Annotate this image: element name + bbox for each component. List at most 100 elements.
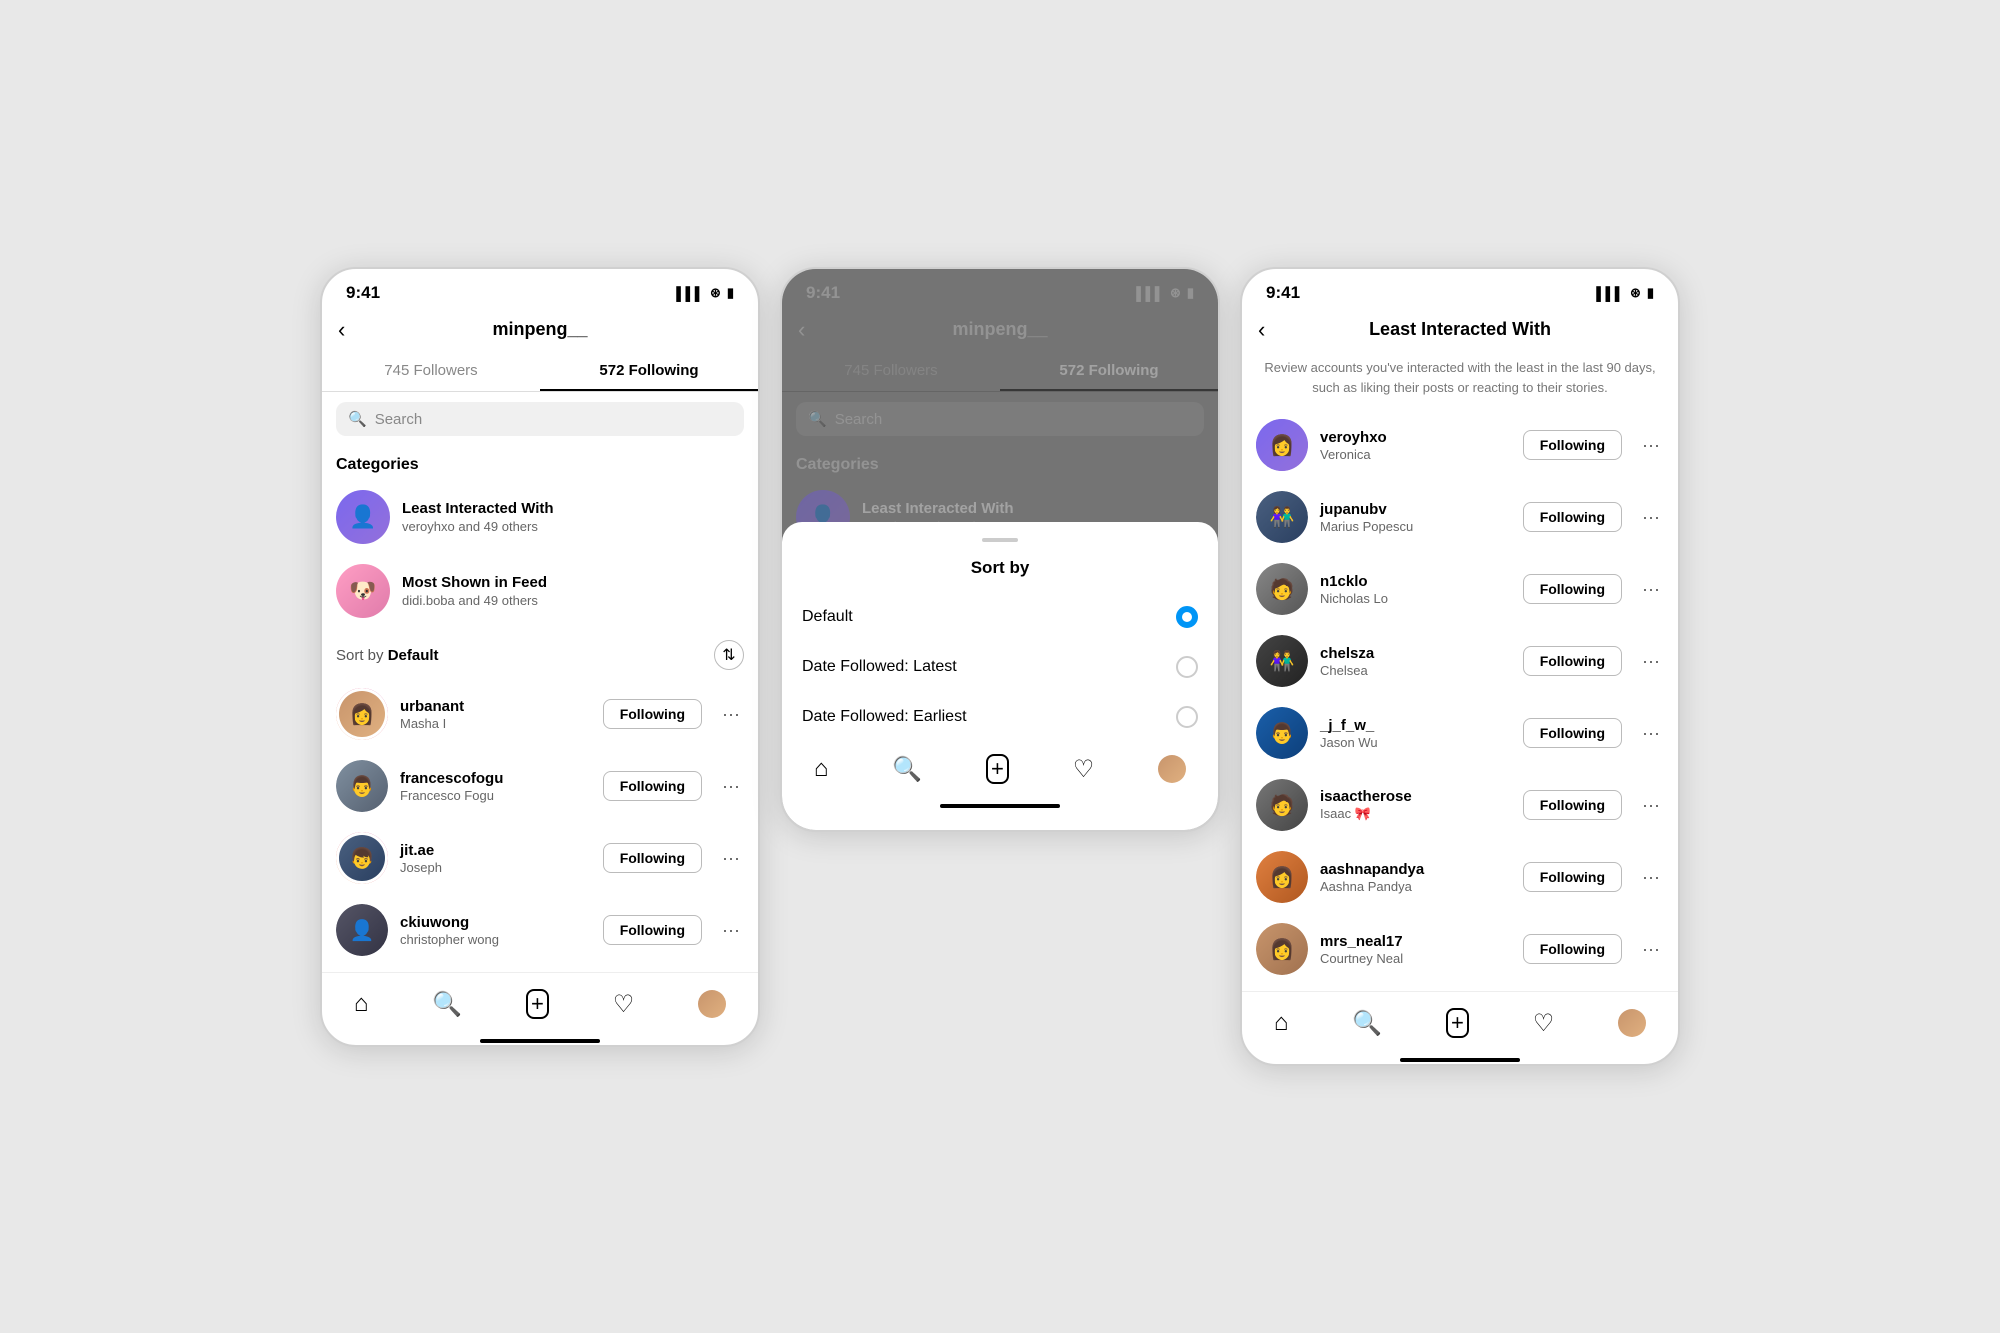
user-item-mrsneal17: 👩 mrs_neal17 Courtney Neal Following ··· <box>1242 913 1678 985</box>
home-icon-1: ⌂ <box>354 990 369 1018</box>
back-button-3[interactable]: ‹ <box>1258 317 1265 343</box>
add-icon-2: + <box>986 754 1009 784</box>
header-3: ‹ Least Interacted With <box>1242 311 1678 352</box>
following-button-francescofogu[interactable]: Following <box>603 771 702 801</box>
more-icon-francescofogu[interactable]: ··· <box>718 772 744 801</box>
page-title-3: Least Interacted With <box>1369 319 1551 340</box>
categories-title-1: Categories <box>322 446 758 480</box>
user-avatar-chelsza: 👫 <box>1256 635 1308 687</box>
following-button-chelsza[interactable]: Following <box>1523 646 1622 676</box>
more-icon-jitae[interactable]: ··· <box>718 844 744 873</box>
search-nav-icon-1: 🔍 <box>432 990 462 1019</box>
more-icon-chelsza[interactable]: ··· <box>1638 647 1664 676</box>
user-item-francescofogu: 👨 francescofogu Francesco Fogu Following… <box>322 750 758 822</box>
more-icon-veroyhxo[interactable]: ··· <box>1638 431 1664 460</box>
search-box-1[interactable]: 🔍 Search <box>336 402 744 436</box>
following-button-jfw[interactable]: Following <box>1523 718 1622 748</box>
nav-search-3[interactable]: 🔍 <box>1344 1005 1390 1042</box>
following-button-isaactherose[interactable]: Following <box>1523 790 1622 820</box>
sort-icon-button-1[interactable]: ⇅ <box>714 640 744 670</box>
category-info-1: Least Interacted With veroyhxo and 49 ot… <box>402 500 554 534</box>
following-button-n1cklo[interactable]: Following <box>1523 574 1622 604</box>
user-avatar-jfw: 👨 <box>1256 707 1308 759</box>
user-avatar-ckiuwong: 👤 <box>336 904 388 956</box>
battery-icon-3: ▮ <box>1647 285 1654 301</box>
following-button-ckiuwong[interactable]: Following <box>603 915 702 945</box>
back-button-1[interactable]: ‹ <box>338 317 345 343</box>
user-info-jfw: _j_f_w_ Jason Wu <box>1320 717 1511 750</box>
phone-3: 9:41 ▌▌▌ ⊛ ▮ ‹ Least Interacted With Rev… <box>1240 267 1680 1066</box>
modal-option-earliest[interactable]: Date Followed: Earliest <box>782 692 1218 742</box>
modal-option-label-earliest: Date Followed: Earliest <box>802 708 967 726</box>
modal-handle <box>982 538 1018 542</box>
tab-following-1[interactable]: 572 Following <box>540 352 758 391</box>
wifi-icon-3: ⊛ <box>1630 285 1641 301</box>
page-title-1: minpeng__ <box>492 319 587 340</box>
following-button-jitae[interactable]: Following <box>603 843 702 873</box>
more-icon-ckiuwong[interactable]: ··· <box>718 916 744 945</box>
nav-profile-2[interactable] <box>1150 751 1194 787</box>
following-button-jupanubv[interactable]: Following <box>1523 502 1622 532</box>
modal-option-latest[interactable]: Date Followed: Latest <box>782 642 1218 692</box>
nav-home-1[interactable]: ⌂ <box>346 986 377 1022</box>
category-most-shown-1[interactable]: 🐶 Most Shown in Feed didi.boba and 49 ot… <box>322 554 758 628</box>
more-icon-n1cklo[interactable]: ··· <box>1638 575 1664 604</box>
home-icon-3: ⌂ <box>1274 1009 1289 1037</box>
nav-home-2[interactable]: ⌂ <box>806 751 837 787</box>
more-icon-jupanubv[interactable]: ··· <box>1638 503 1664 532</box>
more-icon-aashnapandya[interactable]: ··· <box>1638 863 1664 892</box>
tab-followers-1[interactable]: 745 Followers <box>322 352 540 391</box>
status-icons-3: ▌▌▌ ⊛ ▮ <box>1596 285 1654 301</box>
more-icon-mrsneal17[interactable]: ··· <box>1638 935 1664 964</box>
nav-add-1[interactable]: + <box>518 985 557 1023</box>
nav-heart-3[interactable]: ♡ <box>1525 1005 1563 1042</box>
following-button-urbanant-1[interactable]: Following <box>603 699 702 729</box>
username-francescofogu: francescofogu <box>400 770 591 787</box>
nav-search-1[interactable]: 🔍 <box>424 986 470 1023</box>
nav-heart-2[interactable]: ♡ <box>1065 751 1103 788</box>
nav-heart-1[interactable]: ♡ <box>605 986 643 1023</box>
nav-search-2[interactable]: 🔍 <box>884 751 930 788</box>
radio-earliest[interactable] <box>1176 706 1198 728</box>
radio-default[interactable] <box>1176 606 1198 628</box>
wifi-icon-1: ⊛ <box>710 285 721 301</box>
user-info-jitae: jit.ae Joseph <box>400 842 591 875</box>
following-button-mrsneal17[interactable]: Following <box>1523 934 1622 964</box>
following-button-veroyhxo[interactable]: Following <box>1523 430 1622 460</box>
following-button-aashnapandya[interactable]: Following <box>1523 862 1622 892</box>
user-item-veroyhxo: 👩 veroyhxo Veronica Following ··· <box>1242 409 1678 481</box>
add-icon-3: + <box>1446 1008 1469 1038</box>
modal-option-label-latest: Date Followed: Latest <box>802 658 957 676</box>
user-avatar-jitae: 👦 <box>336 832 388 884</box>
status-bar-1: 9:41 ▌▌▌ ⊛ ▮ <box>322 269 758 311</box>
modal-option-default[interactable]: Default <box>782 592 1218 642</box>
username-ckiuwong: ckiuwong <box>400 914 591 931</box>
user-avatar-mrsneal17: 👩 <box>1256 923 1308 975</box>
username-isaactherose: isaactherose <box>1320 788 1511 805</box>
sort-arrows-icon-1: ⇅ <box>722 645 735 665</box>
user-realname-isaactherose: Isaac 🎀 <box>1320 806 1511 822</box>
category-sub-1: veroyhxo and 49 others <box>402 519 554 534</box>
nav-add-2[interactable]: + <box>978 750 1017 788</box>
user-info-jupanubv: jupanubv Marius Popescu <box>1320 501 1511 534</box>
user-realname-jupanubv: Marius Popescu <box>1320 519 1511 534</box>
nav-home-3[interactable]: ⌂ <box>1266 1005 1297 1041</box>
nav-profile-3[interactable] <box>1610 1005 1654 1041</box>
search-nav-icon-3: 🔍 <box>1352 1009 1382 1038</box>
nav-profile-1[interactable] <box>690 986 734 1022</box>
more-icon-urbanant-1[interactable]: ··· <box>718 700 744 729</box>
category-face-2: 🐶 <box>336 564 390 618</box>
nav-add-3[interactable]: + <box>1438 1004 1477 1042</box>
status-time-3: 9:41 <box>1266 283 1300 303</box>
user-item-jupanubv: 👫 jupanubv Marius Popescu Following ··· <box>1242 481 1678 553</box>
username-mrsneal17: mrs_neal17 <box>1320 933 1511 950</box>
more-icon-isaactherose[interactable]: ··· <box>1638 791 1664 820</box>
user-item-chelsza: 👫 chelsza Chelsea Following ··· <box>1242 625 1678 697</box>
user-realname-veroyhxo: Veronica <box>1320 447 1511 462</box>
category-least-interacted-1[interactable]: 👤 Least Interacted With veroyhxo and 49 … <box>322 480 758 554</box>
user-realname-francescofogu: Francesco Fogu <box>400 788 591 803</box>
more-icon-jfw[interactable]: ··· <box>1638 719 1664 748</box>
phone-1: 9:41 ▌▌▌ ⊛ ▮ ‹ minpeng__ 745 Followers 5… <box>320 267 760 1047</box>
home-icon-2: ⌂ <box>814 755 829 783</box>
radio-latest[interactable] <box>1176 656 1198 678</box>
